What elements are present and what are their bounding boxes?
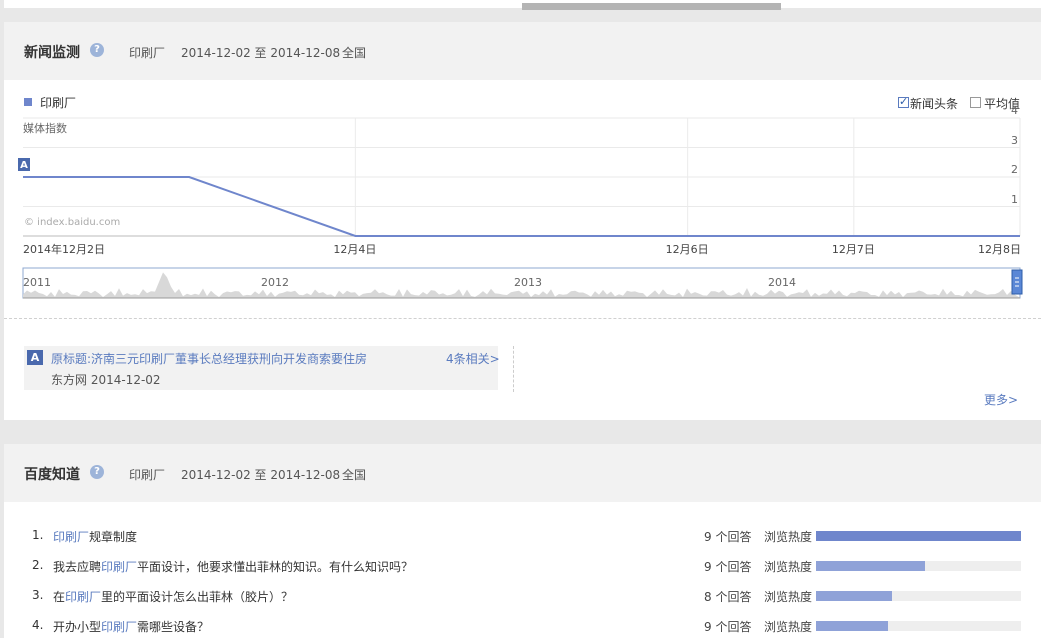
question-row: 2. 我去应聘印刷厂平面设计，他要求懂出菲林的知识。有什么知识吗？ 9 个回答 浏览热…	[4, 556, 1041, 576]
zhidao-panel-title: 百度知道	[24, 467, 80, 483]
range-handle	[1011, 269, 1023, 295]
overview-year-label: 2011	[23, 276, 51, 289]
news-item-marker: A	[27, 350, 43, 365]
answer-count: 9 个回答	[704, 620, 752, 634]
headlines-checkbox-label[interactable]: 新闻头条	[910, 95, 958, 112]
news-marker-flag: A	[18, 158, 30, 171]
more-news-link[interactable]: 更多>	[984, 391, 1018, 408]
overview-year-label: 2013	[514, 276, 542, 289]
question-link[interactable]: 我去应聘印刷厂平面设计，他要求懂出菲林的知识。有什么知识吗？	[53, 558, 413, 575]
y-tick-label: 4	[1011, 104, 1018, 117]
section-divider	[4, 318, 1041, 319]
x-tick-label: 12月4日	[333, 243, 377, 256]
zhidao-date-range: 2014-12-02 至 2014-12-08	[181, 468, 341, 482]
answer-count: 9 个回答	[704, 560, 752, 574]
heat-bar-fill	[816, 621, 888, 631]
y-tick-label: 3	[1011, 133, 1018, 147]
news-item-source: 东方网 2014-12-02	[51, 373, 161, 387]
question-text-before: 在	[53, 590, 66, 604]
question-number: 1.	[32, 528, 44, 542]
question-number: 3.	[32, 588, 44, 602]
legend-swatch	[24, 98, 32, 106]
x-tick-label: 12月7日	[831, 243, 875, 256]
y-axis-label: 媒体指数	[23, 122, 67, 135]
zhidao-panel: 百度知道 ? 印刷厂 2014-12-02 至 2014-12-08 全国 1.…	[4, 444, 1041, 638]
news-panel-header: 新闻监测 ? 印刷厂 2014-12-02 至 2014-12-08 全国	[4, 22, 1041, 80]
question-link[interactable]: 开办小型印刷厂需哪些设备？	[53, 618, 209, 635]
heat-bar-fill	[816, 561, 925, 571]
heat-label: 浏览热度	[764, 530, 813, 544]
headlines-checkbox[interactable]	[898, 95, 909, 108]
question-text-before: 开办小型	[53, 620, 102, 634]
news-panel-title: 新闻监测	[24, 45, 80, 61]
related-news-link[interactable]: 4条相关>	[446, 350, 500, 367]
overview-year-label: 2014	[768, 276, 796, 289]
help-icon[interactable]: ?	[90, 43, 104, 57]
question-row: 1. 印刷厂规章制度 9 个回答 浏览热度	[4, 526, 1041, 546]
question-row: 4. 开办小型印刷厂需哪些设备？ 9 个回答 浏览热度	[4, 616, 1041, 636]
heat-bar-track	[816, 591, 1021, 601]
zhidao-panel-header: 百度知道 ? 印刷厂 2014-12-02 至 2014-12-08 全国	[4, 444, 1041, 502]
question-link[interactable]: 印刷厂规章制度	[53, 528, 137, 545]
marker-label: A	[20, 160, 28, 171]
question-text-before: 我去应聘	[53, 560, 102, 574]
question-keyword: 印刷厂	[101, 620, 138, 634]
answer-count: 9 个回答	[704, 530, 752, 544]
y-tick-label: 2	[1011, 163, 1018, 176]
y-tick-label: 1	[1011, 192, 1018, 206]
question-number: 2.	[32, 558, 44, 572]
news-monitor-panel: 新闻监测 ? 印刷厂 2014-12-02 至 2014-12-08 全国 印刷…	[4, 22, 1041, 420]
question-number: 4.	[32, 618, 44, 632]
horizontal-scrollbar-thumb[interactable]	[522, 3, 781, 10]
legend-label: 印刷厂	[40, 96, 77, 110]
zhidao-region: 全国	[342, 468, 367, 482]
news-keyword: 印刷厂	[129, 46, 166, 60]
heat-label: 浏览热度	[764, 620, 813, 634]
watermark: © index.baidu.com	[24, 217, 121, 228]
heat-bar-fill	[816, 531, 1021, 541]
average-checkbox[interactable]	[970, 97, 981, 108]
news-item-title-link[interactable]: 原标题:济南三元印刷厂董事长总经理获刑向开发商索要住房	[51, 350, 367, 367]
question-row: 3. 在印刷厂里的平面设计怎么出菲林（胶片）？ 8 个回答 浏览热度	[4, 586, 1041, 606]
heat-bar-track	[816, 621, 1021, 631]
heat-label: 浏览热度	[764, 590, 813, 604]
answer-count: 8 个回答	[704, 590, 752, 604]
zhidao-keyword: 印刷厂	[129, 468, 166, 482]
news-item: A 原标题:济南三元印刷厂董事长总经理获刑向开发商索要住房 东方网 2014-1…	[24, 346, 500, 390]
x-tick-label: 12月6日	[665, 243, 709, 256]
news-region: 全国	[342, 46, 367, 60]
heat-bar-track	[816, 561, 1021, 571]
question-keyword: 印刷厂	[65, 590, 102, 604]
heat-bar-fill	[816, 591, 892, 601]
question-keyword: 印刷厂	[53, 530, 90, 544]
x-tick-label: 2014年12月2日	[23, 243, 105, 256]
question-text-after: 规章制度	[89, 530, 138, 544]
media-index-chart[interactable]: A	[4, 114, 1041, 274]
top-strip	[0, 0, 1041, 22]
heat-label: 浏览热度	[764, 560, 813, 574]
question-text-after: 需哪些设备？	[137, 620, 210, 634]
news-separator	[513, 346, 514, 392]
overview-year-label: 2012	[261, 276, 289, 289]
question-text-after: 里的平面设计怎么出菲林（胶片）？	[101, 590, 294, 604]
question-text-after: 平面设计，他要求懂出菲林的知识。有什么知识吗？	[137, 560, 414, 574]
question-keyword: 印刷厂	[101, 560, 138, 574]
heat-bar-track	[816, 531, 1021, 541]
news-date-range: 2014-12-02 至 2014-12-08	[181, 46, 341, 60]
question-link[interactable]: 在印刷厂里的平面设计怎么出菲林（胶片）？	[53, 588, 293, 605]
x-tick-label: 12月8日	[978, 243, 1021, 256]
help-icon[interactable]: ?	[90, 465, 104, 479]
